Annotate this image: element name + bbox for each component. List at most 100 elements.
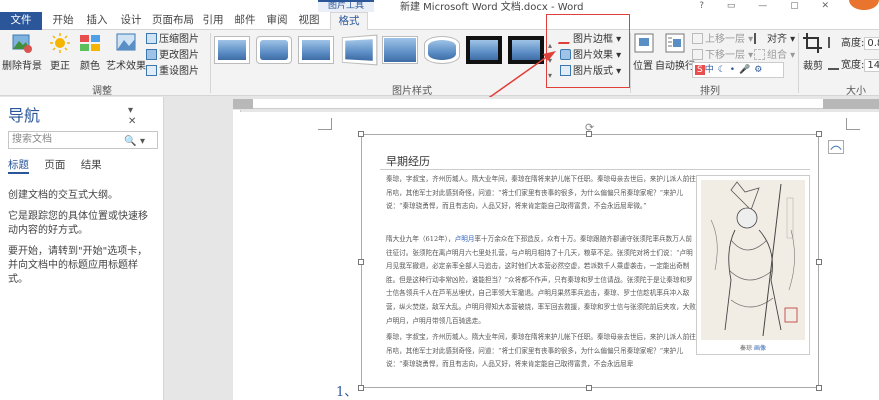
group-separator [798, 33, 799, 93]
reset-picture-button[interactable]: 重设图片 [146, 64, 199, 79]
resize-handle[interactable] [586, 385, 592, 391]
navigation-pane: 导航 ▾ ✕ 搜索文档 🔍 ▾ 标题 页面 结果 创建文档的交互式大纲。 它是跟… [0, 97, 164, 400]
ime-toolbar[interactable]: S 中☾•🎤⚙ [692, 62, 784, 78]
nav-hint-text: 创建文档的交互式大纲。 [8, 190, 118, 201]
group-separator [630, 33, 631, 93]
tab-file[interactable]: 文件 [0, 12, 42, 30]
nav-tab-headings[interactable]: 标题 [8, 157, 29, 174]
title-bar: 图片工具 新建 Microsoft Word 文档.docx - Word ? … [0, 0, 879, 13]
margin-corner-mark [318, 118, 332, 130]
nav-pane-controls[interactable]: ▾ ✕ [128, 105, 163, 127]
color-button[interactable]: 颜色 [76, 32, 104, 72]
size-group-label: 大小 [846, 86, 866, 97]
tab-design[interactable]: 设计 [116, 12, 146, 30]
align-icon [754, 33, 765, 44]
remove-background-icon [12, 34, 32, 53]
reset-picture-icon [146, 65, 157, 76]
picture-style-4[interactable] [341, 34, 378, 66]
caption-link[interactable]: 画像 [754, 345, 766, 352]
ribbon-tabs: 文件 开始 插入 设计 页面布局 引用 邮件 审阅 视图 格式 [0, 12, 879, 31]
picture-style-7[interactable] [466, 36, 502, 64]
tab-home[interactable]: 开始 [48, 12, 78, 30]
nav-title: 导航 [8, 106, 41, 125]
tab-view[interactable]: 视图 [296, 12, 322, 30]
crop-button[interactable]: 裁剪 [800, 32, 826, 72]
picture-style-8[interactable] [508, 36, 544, 64]
section-divider [380, 169, 810, 170]
compress-pictures-button[interactable]: 压缩图片 [146, 32, 199, 47]
paragraph: 隋大业九年（612年），卢明月率十万余众在下邳造反，众有十万。秦琼跟随齐郡通守张… [386, 235, 696, 325]
color-label: 颜色 [80, 61, 100, 72]
nav-search-input[interactable]: 搜索文档 🔍 ▾ [8, 131, 158, 149]
paragraph: 秦琼，字叔宝，齐州历城人。隋大业年间，秦琼在隋将来护儿帐下任职。秦琼母亲去世后，… [386, 175, 696, 211]
resize-handle[interactable] [358, 385, 364, 391]
artistic-effects-button[interactable]: 艺术效果 [106, 32, 146, 72]
tab-insert[interactable]: 插入 [82, 12, 112, 30]
nav-hint-text: 要开始，请转到"开始"选项卡，并向文档中的标题应用标题样式。 [8, 246, 148, 285]
ribbon: 删除背景 更正 颜色 艺术效果 压缩图片 更改图片 重设图片 调整 ▴ ▾ ▾ 图片… [0, 30, 879, 97]
height-icon [828, 37, 839, 48]
resize-handle[interactable] [816, 131, 822, 137]
tab-review[interactable]: 审阅 [264, 12, 290, 30]
sogou-ime-icon: S [695, 65, 705, 75]
picture-style-2[interactable] [256, 36, 292, 64]
user-avatar[interactable] [849, 0, 879, 10]
picture-style-5[interactable] [382, 36, 418, 64]
group-icon [754, 49, 765, 60]
resize-handle[interactable] [358, 131, 364, 137]
tab-page-layout[interactable]: 页面布局 [148, 12, 198, 30]
artistic-effects-label: 艺术效果 [106, 61, 146, 72]
list-number: 1、 [336, 385, 358, 400]
tab-mailings[interactable]: 邮件 [232, 12, 258, 30]
styles-group-label: 图片样式 [392, 86, 432, 97]
wrap-text-icon [665, 33, 685, 53]
wrap-text-button[interactable]: 自动换行 [654, 32, 696, 72]
margin-corner-mark [846, 118, 860, 130]
section-title: 早期经历 [386, 155, 430, 168]
resize-handle[interactable] [816, 385, 822, 391]
portrait-image [701, 180, 805, 340]
portrait-drawing [710, 181, 798, 337]
horizontal-ruler[interactable] [233, 99, 879, 109]
bring-forward-button[interactable]: 上移一层 ▾ [692, 32, 753, 47]
position-button[interactable]: 位置 [632, 32, 654, 72]
align-button[interactable]: 对齐 ▾ [754, 32, 795, 47]
position-icon [634, 33, 654, 53]
remove-background-button[interactable]: 删除背景 [2, 32, 42, 72]
height-field[interactable]: 高度:0.8 [828, 36, 879, 51]
adjust-group-label: 调整 [92, 86, 112, 97]
figure-caption: 秦琼 画像 [740, 345, 766, 352]
remove-background-label: 删除背景 [2, 61, 42, 72]
tab-format[interactable]: 格式 [330, 12, 368, 31]
picture-style-1[interactable] [214, 36, 250, 64]
layout-options-icon [830, 145, 842, 150]
window-controls[interactable]: ? ▭ — ▢ ✕ [699, 1, 839, 11]
artistic-effects-icon [116, 33, 136, 51]
tab-references[interactable]: 引用 [200, 12, 226, 30]
change-picture-icon [146, 49, 157, 60]
nav-tab-results[interactable]: 结果 [81, 157, 102, 172]
width-field[interactable]: 宽度: 14 [828, 58, 879, 73]
crop-icon [803, 33, 822, 53]
figure-box: 秦琼 画像 [696, 175, 810, 355]
nav-tab-pages[interactable]: 页面 [44, 157, 65, 172]
selected-picture[interactable]: 早期经历 秦琼，字叔宝，齐州历城人。隋大业年间，秦琼在隋将来护儿帐下任职。秦琼母… [361, 134, 819, 388]
layout-options-button[interactable] [828, 140, 844, 154]
search-icon[interactable]: 🔍 ▾ [124, 134, 145, 150]
resize-handle[interactable] [358, 259, 364, 265]
picture-tools-context: 图片工具 [318, 0, 374, 12]
send-backward-button[interactable]: 下移一层 ▾ [692, 48, 753, 63]
corrections-label: 更正 [50, 61, 70, 72]
picture-style-3[interactable] [298, 36, 334, 64]
resize-handle[interactable] [816, 259, 822, 265]
arrange-group-label: 排列 [700, 86, 720, 97]
link[interactable]: 卢明月 [455, 235, 475, 243]
resize-handle[interactable] [586, 131, 592, 137]
group-button[interactable]: 组合 ▾ [754, 48, 795, 63]
picture-style-6[interactable] [424, 36, 460, 64]
highlight-box [546, 14, 630, 88]
corrections-button[interactable]: 更正 [46, 32, 74, 72]
nav-tabs: 标题 页面 结果 [8, 157, 114, 174]
bring-forward-icon [692, 33, 703, 44]
change-picture-button[interactable]: 更改图片 [146, 48, 199, 63]
